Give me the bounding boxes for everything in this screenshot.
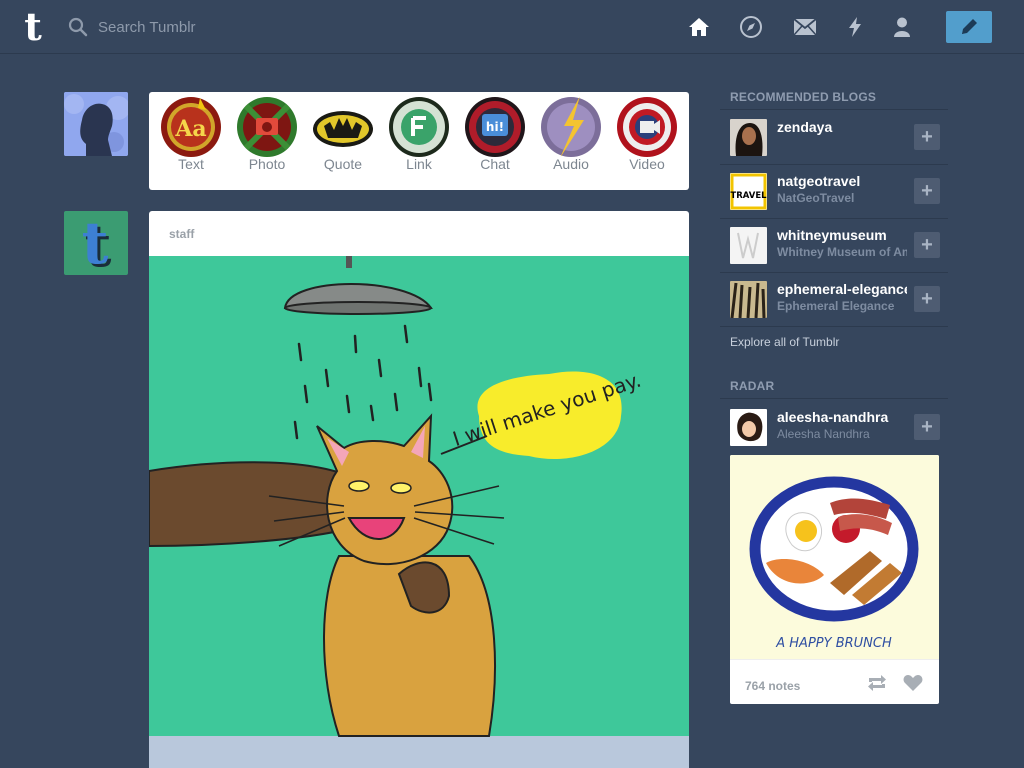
svg-text:A HAPPY BRUNCH: A HAPPY BRUNCH <box>775 636 892 651</box>
post-type-link[interactable]: Link <box>384 92 454 190</box>
post-type-label: Text <box>178 156 204 172</box>
user-avatar[interactable] <box>64 92 128 156</box>
quote-post-icon <box>313 111 373 147</box>
follow-button[interactable]: + <box>914 178 940 204</box>
follow-button[interactable]: + <box>914 286 940 312</box>
compose-button[interactable] <box>946 11 992 43</box>
search-input[interactable] <box>98 18 318 36</box>
blog-title: Aleesha Nandhra <box>777 427 870 441</box>
pencil-icon <box>962 19 977 34</box>
dashboard-post: staff I will make you pay. <box>149 211 689 768</box>
video-post-icon <box>617 97 677 157</box>
radar-post-image[interactable]: A HAPPY BRUNCH <box>730 455 939 659</box>
search-bar[interactable] <box>68 14 328 40</box>
reblog-icon[interactable] <box>866 674 888 692</box>
chat-post-icon: hi! <box>465 97 525 157</box>
recommended-blogs-heading: RECOMMENDED BLOGS <box>730 90 877 104</box>
blog-avatar[interactable] <box>730 281 767 318</box>
photo-post-icon <box>237 97 297 157</box>
blog-name[interactable]: natgeotravel <box>777 173 907 189</box>
post-type-quote[interactable]: Quote <box>308 92 378 190</box>
blog-name[interactable]: aleesha-nandhra <box>777 409 907 425</box>
radar-blog-item[interactable]: aleesha-nandhra Aleesha Nandhra + <box>720 400 948 454</box>
post-type-chat[interactable]: hi! Chat <box>460 92 530 190</box>
svg-text:TRAVEL: TRAVEL <box>730 191 767 201</box>
divider <box>720 398 948 399</box>
post-type-text[interactable]: Aa Text <box>156 92 226 190</box>
follow-button[interactable]: + <box>914 124 940 150</box>
radar-post-card: A HAPPY BRUNCH 764 notes <box>730 455 939 704</box>
recommended-blog-item[interactable]: zendaya + <box>720 110 948 164</box>
blog-avatar[interactable] <box>730 227 767 264</box>
link-post-icon <box>389 97 449 157</box>
post-type-label: Video <box>629 156 665 172</box>
explore-all-link[interactable]: Explore all of Tumblr <box>730 335 839 349</box>
post-type-label: Quote <box>323 156 363 172</box>
svg-text:t: t <box>24 8 42 46</box>
blog-title: Ephemeral Elegance <box>777 299 895 313</box>
post-author[interactable]: staff <box>169 227 194 241</box>
follow-button[interactable]: + <box>914 414 940 440</box>
inbox-mail-icon[interactable] <box>793 15 817 39</box>
recommended-blog-item[interactable]: whitneymuseum Whitney Museum of American… <box>720 218 948 272</box>
post-type-label: Photo <box>248 156 286 172</box>
blog-name[interactable]: whitneymuseum <box>777 227 907 243</box>
account-person-icon[interactable] <box>890 15 914 39</box>
post-type-label: Audio <box>553 156 589 172</box>
post-type-audio[interactable]: Audio <box>536 92 606 190</box>
svg-text:t: t <box>82 211 109 275</box>
post-type-label: Link <box>406 156 432 172</box>
blog-title: NatGeoTravel <box>777 191 855 205</box>
svg-text:Aa: Aa <box>174 116 206 142</box>
blog-avatar[interactable] <box>730 409 767 446</box>
follow-button[interactable]: + <box>914 232 940 258</box>
svg-text:hi!: hi! <box>486 120 504 134</box>
tumblr-logo-icon[interactable]: t <box>16 8 50 46</box>
top-navigation-bar: t <box>0 0 1024 54</box>
divider <box>720 326 948 327</box>
recommended-blog-item[interactable]: TRAVEL natgeotravel NatGeoTravel + <box>720 164 948 218</box>
blog-title: Whitney Museum of American Art <box>777 245 907 259</box>
activity-lightning-icon[interactable] <box>843 15 867 39</box>
search-icon <box>68 17 88 37</box>
radar-post-footer: 764 notes <box>730 659 939 704</box>
explore-compass-icon[interactable] <box>739 15 763 39</box>
radar-heading: RADAR <box>730 379 775 393</box>
post-type-label: Chat <box>480 156 510 172</box>
notes-count[interactable]: 764 notes <box>745 679 800 693</box>
like-heart-icon[interactable] <box>903 674 923 692</box>
staff-avatar[interactable]: t t <box>64 211 128 275</box>
recommended-blog-item[interactable]: ephemeral-elegance Ephemeral Elegance + <box>720 272 948 326</box>
home-icon[interactable] <box>687 15 711 39</box>
post-type-selector: Aa Text Photo Quote Link hi! Chat Audio … <box>149 92 689 190</box>
post-illustration[interactable]: I will make you pay. <box>149 256 689 768</box>
text-post-icon: Aa <box>161 97 221 157</box>
post-type-video[interactable]: Video <box>612 92 682 190</box>
audio-post-icon <box>541 96 601 158</box>
blog-name[interactable]: ephemeral-elegance <box>777 281 907 297</box>
blog-avatar[interactable] <box>730 119 767 156</box>
blog-name[interactable]: zendaya <box>777 119 907 135</box>
blog-avatar[interactable]: TRAVEL <box>730 173 767 210</box>
post-type-photo[interactable]: Photo <box>232 92 302 190</box>
